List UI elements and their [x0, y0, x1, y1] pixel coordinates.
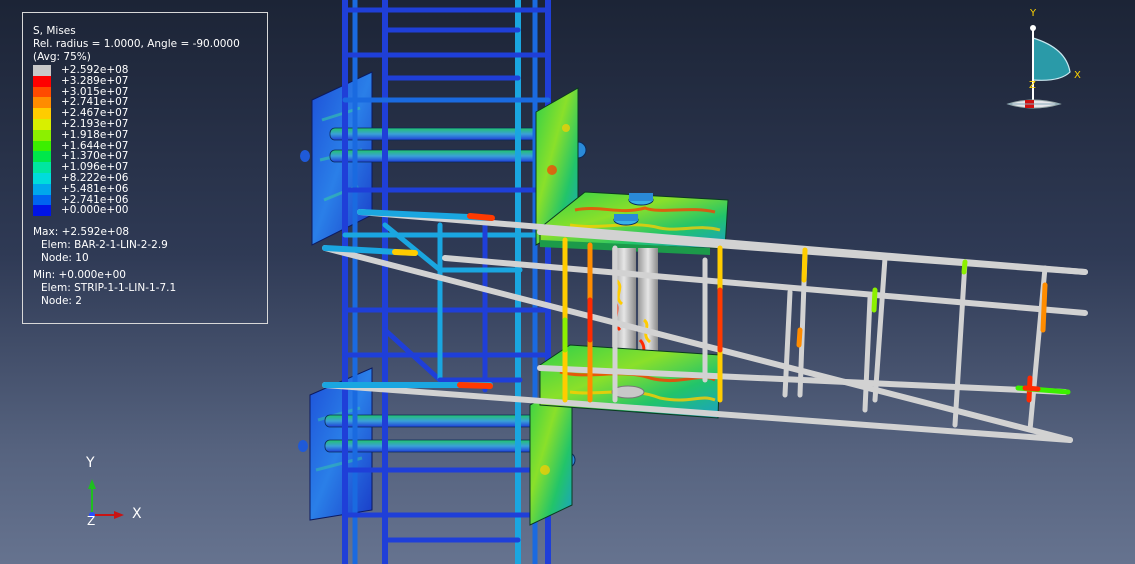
- legend-color-scale: +2.592e+08 +3.289e+07 +3.015e+07 +2.741e+07…: [33, 65, 267, 217]
- viewport[interactable]: S, Mises Rel. radius = 1.0000, Angle = -…: [0, 0, 1135, 564]
- legend-color-swatch: [33, 108, 51, 119]
- axis-triad: [88, 479, 124, 519]
- legend-color-swatch: [33, 162, 51, 173]
- legend-scale-value: +0.000e+00: [61, 204, 129, 217]
- legend-color-swatch: [33, 65, 51, 76]
- legend-max-element: Elem: BAR-2-1-LIN-2-2.9: [41, 239, 168, 252]
- triad-z-label: Z: [87, 514, 96, 528]
- legend-max-value: Max: +2.592e+08: [33, 226, 130, 239]
- legend-extremes: Max: +2.592e+08 Elem: BAR-2-1-LIN-2-2.9 …: [33, 226, 267, 308]
- legend-scale-value: +5.481e+06: [61, 182, 129, 195]
- view-cube-y-label: Y: [1030, 8, 1037, 19]
- legend-min-value: Min: +0.000e+00: [33, 269, 126, 282]
- legend-scale-row: +3.289e+07: [33, 74, 267, 87]
- legend-averaging: (Avg: 75%): [33, 51, 91, 63]
- legend-color-swatch: [33, 118, 51, 130]
- legend-scale-row: +0.000e+00: [33, 204, 267, 217]
- legend-color-swatch: [33, 129, 51, 141]
- legend-color-swatch: [33, 75, 51, 87]
- legend-scale-row: +1.918e+07: [33, 128, 267, 141]
- legend-scale-value: +1.918e+07: [61, 128, 129, 141]
- view-cube-z-label: Z: [1029, 80, 1036, 91]
- legend-max-node: Node: 10: [41, 252, 89, 265]
- legend-color-swatch: [33, 97, 51, 109]
- legend-subtitle: Rel. radius = 1.0000, Angle = -90.0000: [33, 38, 240, 50]
- legend-color-swatch: [33, 194, 51, 206]
- view-cube-x-label: X: [1074, 70, 1081, 81]
- legend-scale-row: +5.481e+06: [33, 182, 267, 195]
- view-orientation-widget[interactable]: [1006, 25, 1071, 109]
- legend-scale-value: +3.289e+07: [61, 74, 129, 87]
- triad-x-label: X: [132, 506, 142, 522]
- legend-color-swatch: [33, 151, 51, 163]
- legend-color-swatch: [33, 86, 51, 98]
- legend-title: S, Mises: [33, 25, 76, 37]
- legend-color-swatch: [33, 172, 51, 184]
- legend-min-node: Node: 2: [41, 295, 82, 308]
- contour-legend: S, Mises Rel. radius = 1.0000, Angle = -…: [22, 12, 268, 324]
- legend-color-swatch: [33, 140, 51, 152]
- legend-min-element: Elem: STRIP-1-1-LIN-1-7.1: [41, 282, 177, 295]
- legend-color-swatch: [33, 205, 51, 217]
- triad-y-label: Y: [86, 455, 95, 471]
- legend-color-swatch: [33, 183, 51, 195]
